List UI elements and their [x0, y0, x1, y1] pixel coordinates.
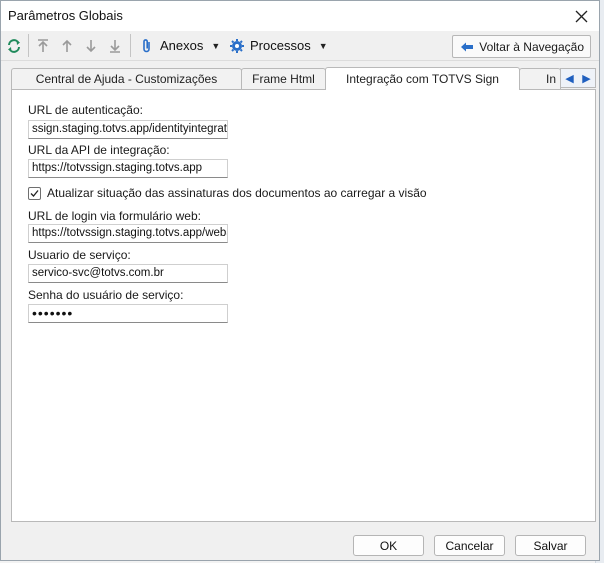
- paperclip-icon: [139, 38, 155, 54]
- tab-scroll-buttons: ◀ ▶: [560, 68, 596, 88]
- arrow-down-icon: [83, 38, 99, 54]
- move-bottom-button[interactable]: [107, 35, 123, 56]
- arrow-left-icon: [459, 39, 475, 55]
- service-password-label: Senha do usuário de serviço:: [28, 288, 184, 302]
- refresh-button[interactable]: [6, 35, 22, 56]
- update-signatures-checkbox[interactable]: [28, 187, 41, 200]
- move-top-icon: [35, 38, 51, 54]
- refresh-icon: [6, 38, 22, 54]
- tab-panel: URL de autenticação: ssign.staging.totvs…: [11, 89, 596, 522]
- close-button[interactable]: [569, 4, 593, 28]
- move-up-button[interactable]: [59, 35, 75, 56]
- tab-integracao-totvs-sign[interactable]: Integração com TOTVS Sign: [325, 67, 520, 90]
- back-to-navigation-button[interactable]: Voltar à Navegação: [452, 35, 591, 58]
- login-url-label: URL de login via formulário web:: [28, 209, 201, 223]
- tab-label: Central de Ajuda - Customizações: [35, 72, 218, 86]
- tab-label: In: [546, 72, 557, 86]
- checkmark-icon: [30, 190, 39, 197]
- window-title: Parâmetros Globais: [8, 8, 123, 23]
- toolbar-separator: [130, 34, 131, 57]
- close-icon: [575, 10, 587, 22]
- login-url-input[interactable]: https://totvssign.staging.totvs.app/weba…: [28, 224, 228, 243]
- anexos-label: Anexos: [160, 38, 204, 53]
- tab-central-ajuda[interactable]: Central de Ajuda - Customizações: [11, 68, 242, 89]
- service-user-input[interactable]: servico-svc@totvs.com.br: [28, 264, 228, 283]
- tab-scroll-left-button[interactable]: ◀: [561, 69, 578, 87]
- tab-frame-html[interactable]: Frame Html: [241, 68, 326, 89]
- service-password-input[interactable]: •••••••: [28, 304, 228, 323]
- processos-dropdown[interactable]: Processos ▼: [229, 35, 328, 56]
- tab-strip: Central de Ajuda - Customizações Frame H…: [11, 67, 596, 90]
- auth-url-input[interactable]: ssign.staging.totvs.app/identityintegrat…: [28, 120, 228, 139]
- anexos-dropdown[interactable]: Anexos ▼: [139, 35, 220, 56]
- move-bottom-icon: [107, 38, 123, 54]
- gear-icon: [229, 38, 245, 54]
- tab-label: Frame Html: [252, 72, 315, 86]
- chevron-down-icon: ▼: [318, 40, 328, 51]
- arrow-up-icon: [59, 38, 75, 54]
- tab-label: Integração com TOTVS Sign: [346, 72, 499, 86]
- toolbar-separator: [28, 34, 29, 57]
- move-top-button[interactable]: [35, 35, 51, 56]
- tab-truncated[interactable]: In: [519, 68, 561, 89]
- move-down-button[interactable]: [83, 35, 99, 56]
- title-bar: Parâmetros Globais: [1, 1, 599, 31]
- back-label: Voltar à Navegação: [479, 39, 584, 54]
- processos-label: Processos: [250, 38, 311, 53]
- update-signatures-label: Atualizar situação das assinaturas dos d…: [47, 186, 427, 200]
- dialog-window: Parâmetros Globais Anexos ▼ Processos ▼ …: [0, 0, 600, 561]
- toolbar: Anexos ▼ Processos ▼ Voltar à Navegação: [1, 31, 599, 61]
- auth-url-label: URL de autenticação:: [28, 103, 143, 117]
- tab-scroll-right-button[interactable]: ▶: [578, 69, 595, 87]
- save-button[interactable]: Salvar: [515, 535, 586, 556]
- service-user-label: Usuario de serviço:: [28, 248, 131, 262]
- chevron-down-icon: ▼: [211, 40, 221, 51]
- api-url-label: URL da API de integração:: [28, 143, 170, 157]
- ok-button[interactable]: OK: [353, 535, 424, 556]
- api-url-input[interactable]: https://totvssign.staging.totvs.app: [28, 159, 228, 178]
- cancel-button[interactable]: Cancelar: [434, 535, 505, 556]
